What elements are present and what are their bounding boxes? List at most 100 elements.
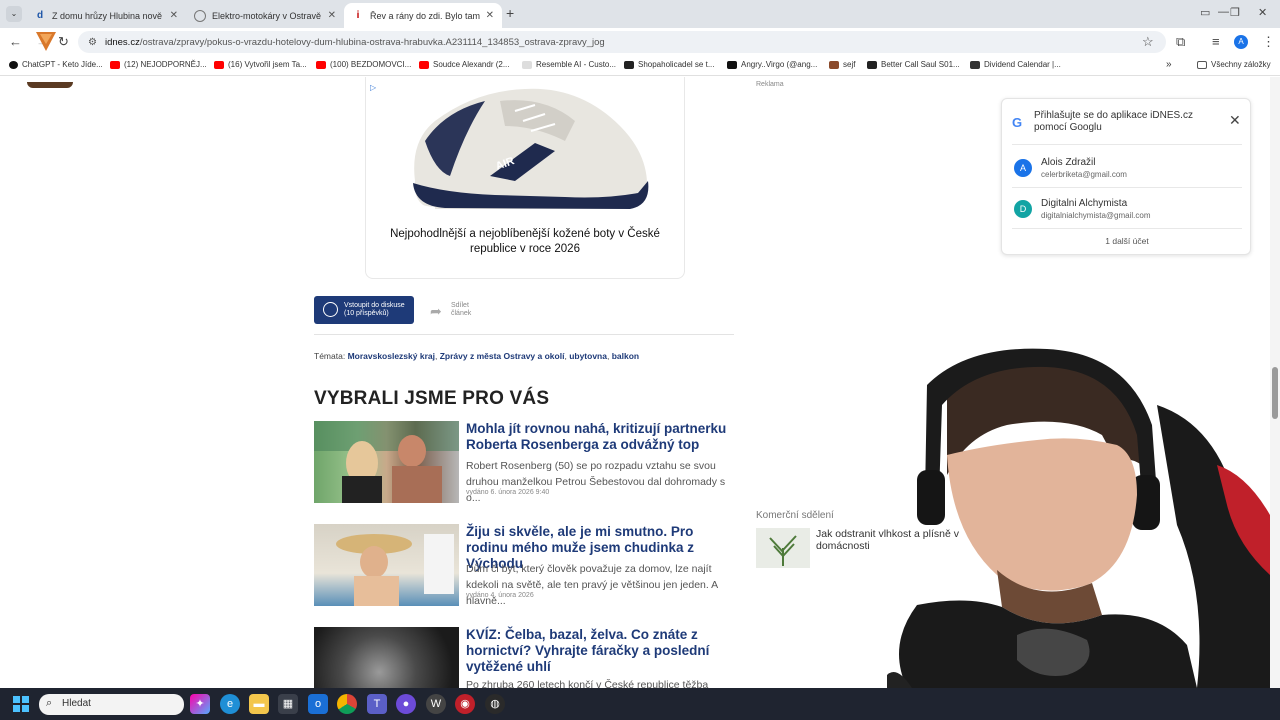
bookmark-star-icon[interactable]: ☆	[1142, 34, 1154, 50]
ad-caption[interactable]: Nejpohodlnější a nejoblíbenější kožené b…	[369, 227, 681, 257]
divider	[1012, 144, 1242, 145]
recommended-article[interactable]: Žiju si skvěle, ale je mi smutno. Pro ro…	[314, 524, 734, 607]
tab-title: Řev a rány do zdi. Bylo tam hou	[370, 10, 480, 21]
bookmark-item[interactable]: (100) BEZDOMOVCI...	[316, 60, 411, 69]
outlook-icon[interactable]: o	[308, 694, 328, 714]
tab-3-active[interactable]: i Řev a rány do zdi. Bylo tam hou ✕	[344, 3, 502, 28]
article-date: vydáno 6. února 2026 9:40	[466, 489, 550, 496]
copilot-icon[interactable]: ✦	[190, 694, 210, 714]
teams-icon[interactable]: T	[367, 694, 387, 714]
discuss-count: (10 příspěvků)	[344, 310, 389, 317]
close-icon[interactable]: ✕	[170, 10, 178, 21]
article-thumbnail[interactable]	[314, 421, 459, 503]
back-icon[interactable]: ←	[9, 34, 22, 49]
youtube-icon	[316, 60, 326, 69]
tab-list-icon[interactable]: ▭	[1200, 6, 1210, 19]
article-thumbnail[interactable]	[314, 627, 459, 688]
close-icon[interactable]: ✕	[486, 10, 494, 21]
topic-link[interactable]: Zprávy z města Ostravy a okolí	[440, 351, 565, 361]
obs-icon[interactable]: ◍	[485, 694, 505, 714]
tab-2[interactable]: Elektro-motokáry v Ostravě | E ✕	[186, 3, 344, 28]
x-icon	[624, 60, 634, 69]
youtube-icon	[214, 60, 224, 69]
close-icon[interactable]: ✕	[328, 10, 336, 21]
scrollbar-thumb[interactable]	[1272, 367, 1278, 419]
app-icon[interactable]: ●	[396, 694, 416, 714]
maximize-icon[interactable]: ❐	[1230, 6, 1240, 19]
chrome-icon[interactable]	[337, 694, 357, 714]
recommended-article[interactable]: Mohla jít rovnou nahá, kritizují partner…	[314, 421, 736, 504]
bookmark-item[interactable]: Soudce Alexandr (2...	[419, 60, 510, 69]
taskbar-search-input[interactable]: ⌕ Hledat	[39, 694, 184, 715]
windows-taskbar: ⌕ Hledat ✦ e ▬ ▦ o T ● W ◉ ◍	[0, 688, 1280, 720]
new-tab-button[interactable]: +	[506, 5, 514, 21]
popup-title: Přihlašujte se do aplikace iDNES.cz pomo…	[1034, 110, 1193, 133]
scrollbar[interactable]	[1270, 77, 1280, 688]
file-explorer-icon[interactable]: ▬	[249, 694, 269, 714]
deer-icon	[829, 60, 839, 69]
minimize-icon[interactable]: —	[1218, 6, 1229, 18]
idnes-i-favicon-icon: i	[356, 10, 360, 21]
site-info-icon[interactable]: ⚙	[88, 37, 97, 48]
extensions-icon[interactable]: ⧉	[1176, 34, 1185, 50]
recommended-article[interactable]: KVÍZ: Čelba, bazal, želva. Co znáte z ho…	[314, 627, 734, 688]
topic-link[interactable]: Moravskoslezský kraj	[348, 351, 435, 361]
article-title[interactable]: KVÍZ: Čelba, bazal, želva. Co znáte z ho…	[466, 627, 736, 675]
divider	[1012, 228, 1242, 229]
adchoices-icon[interactable]: ▷	[370, 83, 376, 92]
wordpad-icon[interactable]: W	[426, 694, 446, 714]
folder-icon	[1197, 60, 1207, 69]
resemble-icon	[522, 60, 532, 69]
topics-line: Témata: Moravskoslezský kraj, Zprávy z m…	[314, 351, 640, 361]
edge-icon[interactable]: e	[220, 694, 240, 714]
bookmark-item[interactable]: (16) Vytvořil jsem Ta...	[214, 60, 307, 69]
bookmark-item[interactable]: Shopaholicadel se t...	[624, 60, 715, 69]
store-icon[interactable]: ▦	[278, 694, 298, 714]
profile-avatar[interactable]: A	[1234, 35, 1248, 49]
topic-link[interactable]: ubytovna	[569, 351, 607, 361]
dividend-icon	[970, 60, 980, 69]
commercial-thumbnail[interactable]	[756, 528, 810, 568]
media-controls-icon[interactable]: ≡	[1212, 34, 1220, 49]
bookmark-item[interactable]: Resemble AI - Custo...	[522, 60, 616, 69]
join-discussion-button[interactable]: Vstoupit do diskuse (10 příspěvků)	[314, 296, 414, 324]
idnes-favicon-icon: d	[36, 10, 44, 21]
bookmark-item[interactable]: Better Call Saul S01...	[867, 60, 960, 69]
red-app-icon[interactable]: ◉	[455, 694, 475, 714]
comment-icon	[323, 302, 338, 317]
tab-1[interactable]: d Z domu hrůzy Hlubina nově by ✕	[26, 3, 186, 28]
share-article-button[interactable]: Sdílet článek	[451, 302, 471, 318]
share-icon[interactable]: ➦	[430, 303, 442, 320]
close-window-icon[interactable]: ✕	[1258, 6, 1267, 19]
bookmark-item[interactable]: Angry..Virgo (@ang...	[727, 60, 817, 69]
avatar: A	[1014, 159, 1032, 177]
article-perex: Po zhruba 260 letech končí v České repub…	[466, 679, 709, 688]
page-content: ▷ AIR Nejpohodlnější a nejoblíbenější ko…	[0, 77, 1280, 688]
reload-icon[interactable]: ↻	[58, 34, 69, 50]
site-logo-fragment	[27, 82, 73, 88]
close-icon[interactable]: ✕	[1229, 112, 1241, 129]
menu-kebab-icon[interactable]: ⋮	[1262, 34, 1275, 50]
bookmark-item[interactable]: ChatGPT - Keto Jíde...	[9, 60, 103, 69]
windows-start-icon[interactable]	[13, 696, 29, 712]
ad-shoe-image[interactable]: AIR	[405, 81, 655, 211]
address-bar[interactable]: ⚙ idnes.cz /ostrava/zpravy/pokus-o-vrazd…	[78, 31, 1166, 53]
divider	[1012, 187, 1242, 188]
tab-search-button[interactable]: ⌄	[6, 6, 22, 22]
avatar: D	[1014, 200, 1032, 218]
bookmark-item[interactable]: Dividend Calendar |...	[970, 60, 1061, 69]
article-title[interactable]: Mohla jít rovnou nahá, kritizují partner…	[466, 421, 736, 453]
globe-icon	[194, 9, 206, 22]
google-account-option[interactable]: D Digitalni Alchymista digitalnialchymis…	[1012, 192, 1242, 226]
url-host: idnes.cz	[104, 36, 140, 48]
bookmark-item[interactable]: sejf	[829, 60, 855, 69]
google-signin-popup: G Přihlašujte se do aplikace iDNES.cz po…	[1001, 98, 1251, 255]
extension-fox-icon[interactable]	[34, 30, 58, 52]
all-bookmarks[interactable]: Všechny záložky	[1197, 60, 1271, 69]
topic-link[interactable]: balkon	[612, 351, 639, 361]
bookmark-item[interactable]: (12) NEJODPORNĚJ...	[110, 60, 207, 69]
bookmarks-overflow-icon[interactable]: »	[1166, 59, 1172, 70]
article-thumbnail[interactable]	[314, 524, 459, 606]
more-accounts-link[interactable]: 1 další účet	[1002, 236, 1252, 246]
google-account-option[interactable]: A Alois Zdražil celerbriketa@gmail.com	[1012, 151, 1242, 185]
